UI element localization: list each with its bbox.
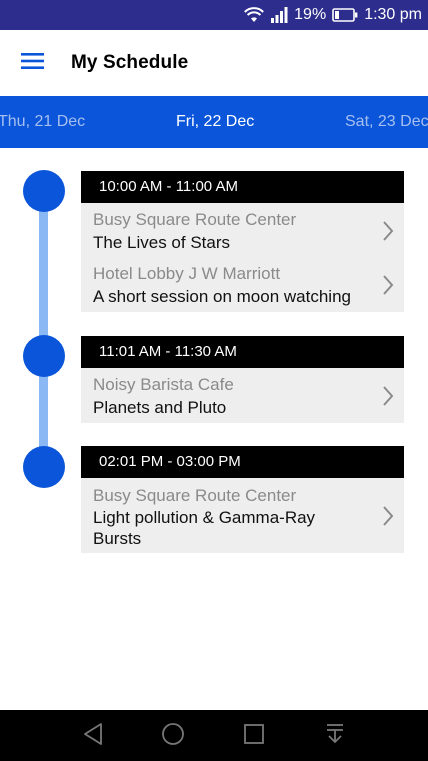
recents-button[interactable] bbox=[241, 723, 267, 749]
recents-icon bbox=[243, 723, 265, 750]
home-icon bbox=[161, 722, 185, 751]
session-item[interactable]: Busy Square Route Center The Lives of St… bbox=[81, 203, 404, 257]
session-location: Busy Square Route Center bbox=[93, 486, 297, 505]
chevron-right-icon bbox=[381, 219, 395, 243]
chevron-right-icon bbox=[381, 384, 395, 408]
timeline-line bbox=[39, 190, 48, 468]
session-title: Light pollution & Gamma-Ray Bursts bbox=[93, 508, 316, 548]
back-icon bbox=[82, 722, 104, 751]
session-location: Busy Square Route Center bbox=[93, 210, 297, 229]
system-nav-bar bbox=[0, 710, 428, 761]
home-button[interactable] bbox=[160, 722, 186, 751]
battery-percent: 19% bbox=[294, 6, 327, 23]
chevron-right-icon bbox=[381, 273, 395, 297]
date-tab-previous[interactable]: Thu, 21 Dec bbox=[0, 96, 85, 148]
back-button[interactable] bbox=[80, 722, 106, 751]
session-item[interactable]: Noisy Barista Cafe Planets and Pluto bbox=[81, 368, 404, 423]
status-icons: 19% 1:30 pm bbox=[244, 0, 422, 30]
session-item[interactable]: Hotel Lobby J W Marriott A short session… bbox=[81, 257, 404, 312]
app-bar: My Schedule bbox=[0, 30, 428, 96]
status-time: 1:30 pm bbox=[364, 6, 422, 23]
menu-button[interactable] bbox=[14, 47, 52, 79]
signal-icon bbox=[270, 7, 288, 23]
timeline-node bbox=[23, 170, 65, 212]
session-location: Hotel Lobby J W Marriott bbox=[93, 264, 281, 283]
session-item[interactable]: Busy Square Route Center Light pollution… bbox=[81, 478, 404, 553]
session-location: Noisy Barista Cafe bbox=[93, 375, 234, 394]
chevron-right-icon bbox=[381, 504, 395, 528]
date-selector: Thu, 21 Dec Fri, 22 Dec Sat, 23 Dec bbox=[0, 96, 428, 148]
time-slot-header: 10:00 AM - 11:00 AM bbox=[81, 171, 404, 203]
time-slot-header: 11:01 AM - 11:30 AM bbox=[81, 336, 404, 368]
time-slot-header: 02:01 PM - 03:00 PM bbox=[81, 446, 404, 478]
status-bar: 19% 1:30 pm bbox=[0, 0, 428, 30]
page-title: My Schedule bbox=[71, 52, 189, 73]
date-tab-next[interactable]: Sat, 23 Dec bbox=[345, 96, 428, 148]
session-title: The Lives of Stars bbox=[93, 233, 231, 252]
timeline-node bbox=[23, 335, 65, 377]
session-title: Planets and Pluto bbox=[93, 398, 227, 417]
date-tab-current[interactable]: Fri, 22 Dec bbox=[176, 96, 254, 148]
session-title: A short session on moon watching bbox=[93, 287, 351, 306]
hamburger-menu-icon bbox=[21, 52, 45, 75]
notification-pulldown-button[interactable] bbox=[322, 723, 348, 749]
battery-icon bbox=[332, 8, 358, 22]
timeline-node bbox=[23, 446, 65, 488]
wifi-icon bbox=[244, 7, 265, 23]
notification-pulldown-icon bbox=[324, 722, 346, 751]
